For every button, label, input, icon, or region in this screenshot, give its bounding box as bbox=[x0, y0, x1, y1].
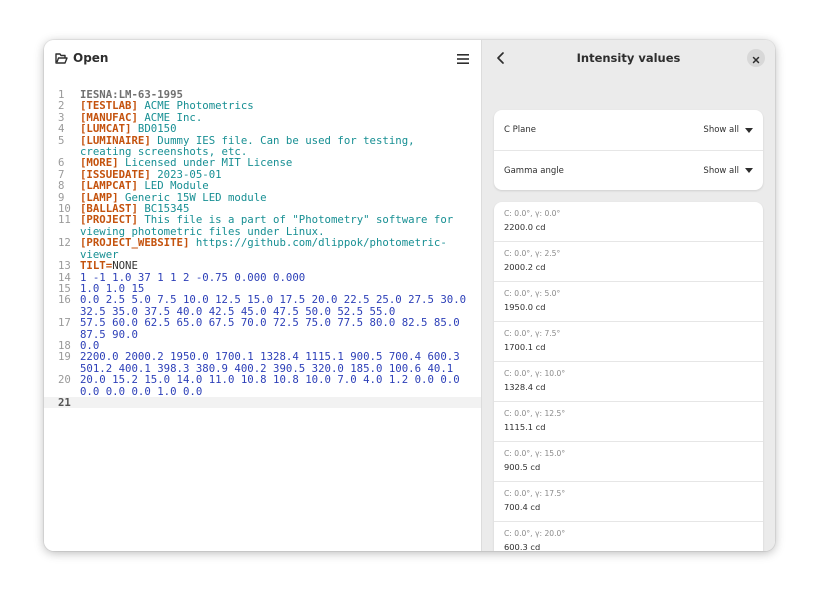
list-item[interactable]: C: 0.0°, γ: 15.0° 900.5 cd bbox=[494, 442, 763, 482]
angle-label: C: 0.0°, γ: 15.0° bbox=[504, 449, 566, 458]
line-number: 4 bbox=[58, 122, 65, 136]
intensity-value: 600.3 cd bbox=[504, 542, 541, 551]
list-item[interactable]: C: 0.0°, γ: 5.0° 1950.0 cd bbox=[494, 282, 763, 322]
c-plane-dropdown[interactable]: Show all bbox=[703, 125, 753, 135]
panel-title: Intensity values bbox=[576, 51, 681, 65]
list-item[interactable]: C: 0.0°, γ: 12.5° 1115.1 cd bbox=[494, 402, 763, 442]
gamma-angle-value: Show all bbox=[703, 165, 739, 176]
angle-label: C: 0.0°, γ: 20.0° bbox=[504, 529, 566, 538]
angle-label: C: 0.0°, γ: 2.5° bbox=[504, 249, 561, 258]
list-item[interactable]: C: 0.0°, γ: 17.5° 700.4 cd bbox=[494, 482, 763, 522]
angle-label: C: 0.0°, γ: 10.0° bbox=[504, 369, 566, 378]
intensity-value: 1700.1 cd bbox=[504, 342, 546, 352]
c-plane-filter[interactable]: C Plane Show all bbox=[494, 110, 763, 150]
intensity-value: 1328.4 cd bbox=[504, 382, 546, 392]
angle-label: C: 0.0°, γ: 0.0° bbox=[504, 209, 561, 218]
chevron-left-icon bbox=[494, 51, 508, 70]
intensity-value: 1950.0 cd bbox=[504, 302, 546, 312]
code-line[interactable]: 17 57.5 60.0 62.5 65.0 67.5 70.0 72.5 75.… bbox=[44, 317, 481, 340]
code-line[interactable]: 20 20.0 15.2 15.0 14.0 11.0 10.8 10.8 10.… bbox=[44, 374, 481, 397]
line-number: 17 bbox=[58, 316, 71, 330]
list-item[interactable]: C: 0.0°, γ: 10.0° 1328.4 cd bbox=[494, 362, 763, 402]
c-plane-label: C Plane bbox=[504, 125, 536, 135]
code-line[interactable]: 16 0.0 2.5 5.0 7.5 10.0 12.5 15.0 17.5 20… bbox=[44, 294, 481, 317]
panel-header: Intensity values bbox=[482, 40, 775, 76]
code-token: 20.0 15.2 15.0 14.0 11.0 10.8 10.8 10.0 … bbox=[80, 373, 467, 398]
gamma-angle-filter[interactable]: Gamma angle Show all bbox=[494, 150, 763, 190]
code-token: This file is a part of "Photometry" soft… bbox=[80, 213, 460, 238]
intensity-value: 900.5 cd bbox=[504, 462, 541, 472]
intensity-values-list[interactable]: C: 0.0°, γ: 0.0° 2200.0 cd C: 0.0°, γ: 2… bbox=[494, 202, 763, 551]
dropdown-arrow-icon bbox=[745, 168, 753, 173]
line-number: 12 bbox=[58, 236, 71, 250]
code-token: 0.0 2.5 5.0 7.5 10.0 12.5 15.0 17.5 20.0… bbox=[80, 293, 473, 318]
code-text: 57.5 60.0 62.5 65.0 67.5 70.0 72.5 75.0 … bbox=[80, 317, 481, 340]
intensity-value: 700.4 cd bbox=[504, 502, 541, 512]
app-window: Open 1 IESNA:LM-63-1995 2 [TESTLAB] ACME Ph… bbox=[44, 40, 775, 551]
code-line[interactable]: 11 [PROJECT] This file is a part of "Phot… bbox=[44, 214, 481, 237]
back-button[interactable] bbox=[494, 50, 508, 66]
open-button[interactable]: Open bbox=[55, 51, 108, 65]
line-number: 21 bbox=[58, 395, 71, 409]
intensity-value: 1115.1 cd bbox=[504, 422, 546, 432]
angle-label: C: 0.0°, γ: 5.0° bbox=[504, 289, 561, 298]
intensity-value: 2000.2 cd bbox=[504, 262, 546, 272]
code-line[interactable]: 21 bbox=[44, 397, 481, 408]
line-number: 16 bbox=[58, 293, 71, 307]
line-number: 20 bbox=[58, 373, 71, 387]
list-item[interactable]: C: 0.0°, γ: 2.5° 2000.2 cd bbox=[494, 242, 763, 282]
code-line[interactable]: 12 [PROJECT_WEBSITE] https://github.com/d… bbox=[44, 237, 481, 260]
code-text: [PROJECT_WEBSITE] https://github.com/dli… bbox=[80, 237, 481, 260]
code-text: 2200.0 2000.2 1950.0 1700.1 1328.4 1115.… bbox=[80, 351, 481, 374]
line-number: 11 bbox=[58, 213, 71, 227]
intensity-panel: Intensity values C Plane Show all Gamma … bbox=[481, 40, 775, 551]
code-line[interactable]: 5 [LUMINAIRE] Dummy IES file. Can be used… bbox=[44, 133, 481, 158]
dropdown-arrow-icon bbox=[745, 127, 753, 133]
code-token: 57.5 60.0 62.5 65.0 67.5 70.0 72.5 75.0 … bbox=[80, 316, 467, 341]
gamma-angle-dropdown[interactable]: Show all bbox=[703, 166, 753, 176]
code-text: 20.0 15.2 15.0 14.0 11.0 10.8 10.8 10.0 … bbox=[80, 374, 481, 397]
gamma-angle-label: Gamma angle bbox=[504, 165, 564, 176]
code-token: 2200.0 2000.2 1950.0 1700.1 1328.4 1115.… bbox=[80, 350, 467, 375]
line-number: 8 bbox=[58, 179, 65, 193]
angle-label: C: 0.0°, γ: 12.5° bbox=[504, 409, 566, 418]
code-line[interactable]: 19 2200.0 2000.2 1950.0 1700.1 1328.4 111… bbox=[44, 351, 481, 374]
main-menu-button[interactable] bbox=[455, 51, 471, 65]
editor-header: Open bbox=[44, 40, 481, 76]
code-text: [LUMINAIRE] Dummy IES file. Can be used … bbox=[80, 134, 481, 158]
angle-label: C: 0.0°, γ: 17.5° bbox=[504, 489, 566, 498]
intensity-value: 2200.0 cd bbox=[504, 222, 546, 232]
folder-open-icon bbox=[55, 52, 68, 64]
c-plane-value: Show all bbox=[703, 125, 739, 135]
line-number: 19 bbox=[58, 350, 71, 364]
open-button-label: Open bbox=[73, 51, 109, 65]
code-text: 0.0 2.5 5.0 7.5 10.0 12.5 15.0 17.5 20.0… bbox=[80, 294, 481, 317]
hamburger-menu-icon bbox=[457, 49, 469, 68]
list-item[interactable]: C: 0.0°, γ: 20.0° 600.3 cd bbox=[494, 522, 763, 551]
code-text: [PROJECT] This file is a part of "Photom… bbox=[80, 214, 481, 237]
angle-label: C: 0.0°, γ: 7.5° bbox=[504, 329, 561, 338]
filters-card: C Plane Show all Gamma angle Show all bbox=[494, 110, 763, 190]
close-button[interactable] bbox=[747, 49, 765, 67]
source-editor[interactable]: 1 IESNA:LM-63-1995 2 [TESTLAB] ACME Photome… bbox=[44, 89, 481, 408]
editor-pane: Open 1 IESNA:LM-63-1995 2 [TESTLAB] ACME Ph… bbox=[44, 40, 481, 551]
close-icon bbox=[752, 49, 760, 68]
list-item[interactable]: C: 0.0°, γ: 0.0° 2200.0 cd bbox=[494, 202, 763, 242]
list-item[interactable]: C: 0.0°, γ: 7.5° 1700.1 cd bbox=[494, 322, 763, 362]
line-number: 5 bbox=[58, 133, 65, 147]
line-number: 13 bbox=[58, 259, 71, 273]
